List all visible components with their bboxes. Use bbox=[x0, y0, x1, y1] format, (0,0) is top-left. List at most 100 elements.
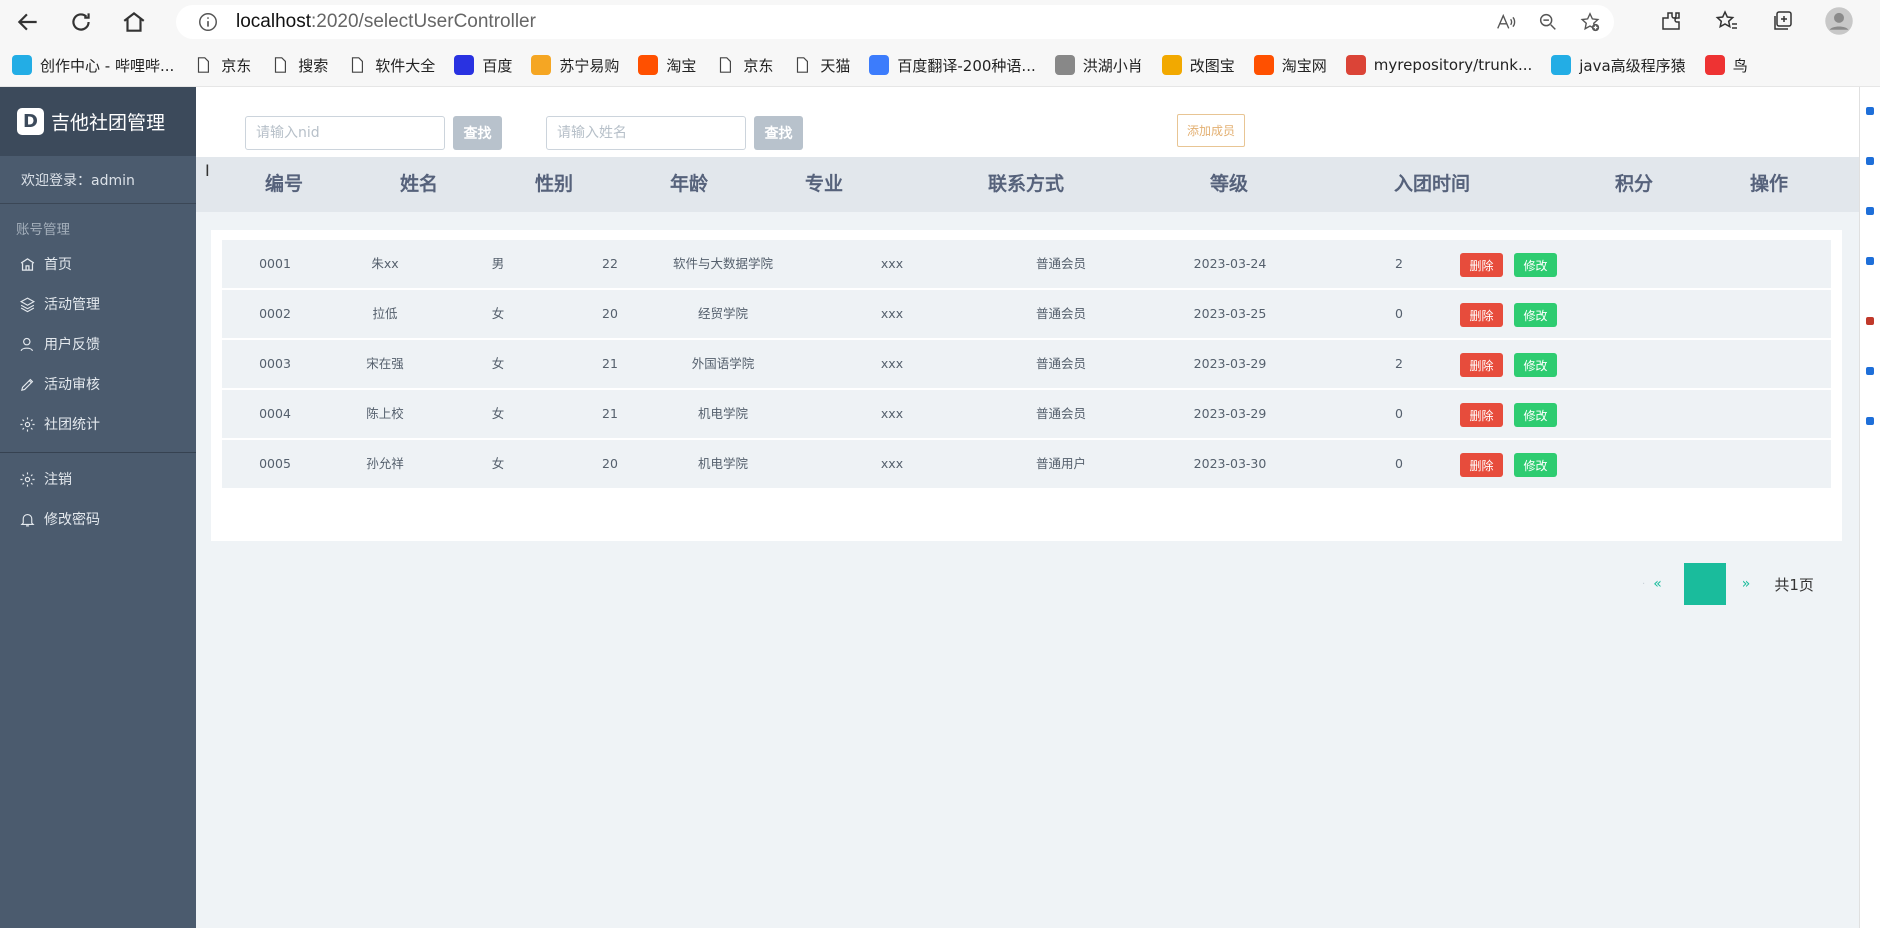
bookmark-item[interactable]: 创作中心 - 哔哩哔... bbox=[12, 55, 174, 76]
profile-avatar-icon[interactable] bbox=[1822, 4, 1856, 38]
delete-button[interactable]: 删除 bbox=[1460, 403, 1503, 427]
table-cell: 20 bbox=[602, 306, 618, 321]
pager-next-button[interactable]: » bbox=[1742, 576, 1751, 592]
delete-button[interactable]: 删除 bbox=[1460, 253, 1503, 277]
edge-app-icon[interactable] bbox=[1866, 417, 1874, 425]
bookmark-item[interactable]: 天猫 bbox=[792, 55, 850, 76]
delete-button[interactable]: 删除 bbox=[1460, 303, 1503, 327]
bookmark-item[interactable]: 苏宁易购 bbox=[531, 55, 619, 76]
url-text[interactable]: localhost:2020/selectUserController bbox=[236, 11, 536, 33]
delete-button[interactable]: 删除 bbox=[1460, 453, 1503, 477]
bookmark-label: 鸟 bbox=[1732, 56, 1748, 75]
bookmark-label: 百度翻译-200种语... bbox=[897, 56, 1036, 75]
edge-app-icon[interactable] bbox=[1866, 367, 1874, 375]
edit-button[interactable]: 修改 bbox=[1514, 303, 1557, 327]
table-cell: 2023-03-25 bbox=[1193, 306, 1267, 321]
bookmark-label: myrepository/trunk... bbox=[1373, 56, 1533, 74]
nid-search-button[interactable]: 查找 bbox=[453, 116, 502, 150]
sidebar-item-feedback[interactable]: 用户反馈 bbox=[0, 324, 196, 364]
home-button[interactable] bbox=[115, 3, 153, 41]
bookmark-item[interactable]: 京东 bbox=[193, 55, 251, 76]
column-header-join-date: 入团时间 bbox=[1393, 173, 1471, 195]
table-cell: 朱xx bbox=[371, 256, 399, 271]
bookmark-item[interactable]: 改图宝 bbox=[1161, 55, 1235, 76]
bookmark-label: 天猫 bbox=[820, 56, 851, 75]
sidebar-item-change-password[interactable]: 修改密码 bbox=[0, 499, 196, 539]
table-cell: 2 bbox=[1395, 356, 1403, 371]
table-cell: 女 bbox=[491, 306, 505, 321]
delete-button[interactable]: 删除 bbox=[1460, 353, 1503, 377]
extensions-icon[interactable] bbox=[1654, 4, 1688, 38]
zoom-out-icon[interactable] bbox=[1534, 9, 1562, 35]
column-header-level: 等级 bbox=[1209, 173, 1249, 195]
bookmark-label: java高级程序猿 bbox=[1579, 56, 1686, 75]
nid-search-input[interactable] bbox=[245, 116, 445, 150]
edit-button[interactable]: 修改 bbox=[1514, 403, 1557, 427]
edit-button[interactable]: 修改 bbox=[1514, 253, 1557, 277]
page-icon bbox=[270, 55, 290, 75]
bookmark-item[interactable]: 百度翻译-200种语... bbox=[869, 55, 1036, 76]
table-cell: 2023-03-29 bbox=[1193, 356, 1267, 371]
menu-group-title: 账号管理 bbox=[16, 222, 70, 238]
bookmark-item[interactable]: 洪湖小肖 bbox=[1054, 55, 1143, 76]
address-bar[interactable]: localhost:2020/selectUserController bbox=[176, 5, 1614, 39]
favorites-icon[interactable] bbox=[1710, 4, 1744, 38]
table-cell: 2023-03-30 bbox=[1193, 456, 1267, 471]
bookmark-item[interactable]: myrepository/trunk... bbox=[1345, 55, 1533, 75]
favorite-add-icon[interactable] bbox=[1576, 9, 1604, 35]
bookmark-item[interactable]: 百度 bbox=[454, 55, 512, 76]
suning-icon bbox=[531, 55, 552, 75]
name-search-input[interactable] bbox=[546, 116, 746, 150]
pagination: · « 1 » 共1页 bbox=[1642, 563, 1814, 605]
column-header-actions: 操作 bbox=[1749, 173, 1789, 195]
sidebar-item-logout[interactable]: 注销 bbox=[0, 459, 196, 499]
sidebar-header: D 吉他社团管理 bbox=[0, 87, 196, 156]
sidebar-item-statistics[interactable]: 社团统计 bbox=[0, 404, 196, 444]
pager-page-current[interactable]: 1 bbox=[1683, 563, 1726, 605]
read-aloud-icon[interactable] bbox=[1492, 9, 1520, 35]
table-cell: 0 bbox=[1395, 456, 1403, 471]
table-cell: 软件与大数据学院 bbox=[672, 256, 774, 271]
edge-app-icon[interactable] bbox=[1866, 107, 1874, 115]
edit-button[interactable]: 修改 bbox=[1514, 453, 1557, 477]
pager-prev-button[interactable]: « bbox=[1653, 576, 1662, 592]
layers-icon bbox=[18, 295, 36, 313]
column-header-age: 年龄 bbox=[669, 173, 709, 195]
back-button[interactable] bbox=[9, 3, 47, 41]
table-row: 0004 陈上校 女 21 机电学院 xxx 普通会员 2023-03-29 0 删除 修改 bbox=[222, 390, 1831, 438]
bookmark-label: 淘宝网 bbox=[1281, 56, 1327, 75]
sidebar-item-activities[interactable]: 活动管理 bbox=[0, 284, 196, 324]
info-icon[interactable] bbox=[196, 10, 220, 34]
bookmark-item[interactable]: 鸟 bbox=[1704, 55, 1748, 76]
edge-app-icon[interactable] bbox=[1866, 317, 1874, 325]
bookmark-item[interactable]: 搜索 bbox=[270, 55, 328, 76]
gear-icon bbox=[18, 470, 36, 488]
reload-button[interactable] bbox=[62, 3, 100, 41]
bookmark-label: 苏宁易购 bbox=[559, 56, 620, 75]
bookmark-item[interactable]: 淘宝 bbox=[638, 55, 696, 76]
table-row: 0001 朱xx 男 22 软件与大数据学院 xxx 普通会员 2023-03-24 2 删除 修改 bbox=[222, 240, 1831, 288]
bookmark-item[interactable]: java高级程序猿 bbox=[1551, 55, 1686, 76]
edit-button[interactable]: 修改 bbox=[1514, 353, 1557, 377]
bookmark-label: 淘宝 bbox=[666, 56, 697, 75]
table-cell: 女 bbox=[491, 406, 505, 421]
add-member-button[interactable]: 添加成员 bbox=[1177, 114, 1245, 147]
table-cell: 21 bbox=[602, 406, 618, 421]
edge-app-icon[interactable] bbox=[1866, 257, 1874, 265]
bookmark-label: 洪湖小肖 bbox=[1082, 56, 1143, 75]
edge-app-icon[interactable] bbox=[1866, 207, 1874, 215]
bookmark-label: 创作中心 - 哔哩哔... bbox=[40, 56, 175, 75]
bookmark-item[interactable]: 淘宝网 bbox=[1253, 55, 1327, 76]
url-path: :2020/selectUserController bbox=[311, 11, 536, 32]
sidebar-item-review[interactable]: 活动审核 bbox=[0, 364, 196, 404]
bookmark-item[interactable]: 京东 bbox=[715, 55, 773, 76]
collections-icon[interactable] bbox=[1766, 4, 1800, 38]
url-host: localhost bbox=[236, 11, 311, 32]
bookmark-label: 软件大全 bbox=[375, 56, 436, 75]
table-cell: 0002 bbox=[259, 306, 291, 321]
table-cell: 2023-03-24 bbox=[1193, 256, 1267, 271]
bookmark-item[interactable]: 软件大全 bbox=[347, 55, 435, 76]
name-search-button[interactable]: 查找 bbox=[754, 116, 803, 150]
sidebar-item-home[interactable]: 首页 bbox=[0, 244, 196, 284]
edge-app-icon[interactable] bbox=[1866, 157, 1874, 165]
